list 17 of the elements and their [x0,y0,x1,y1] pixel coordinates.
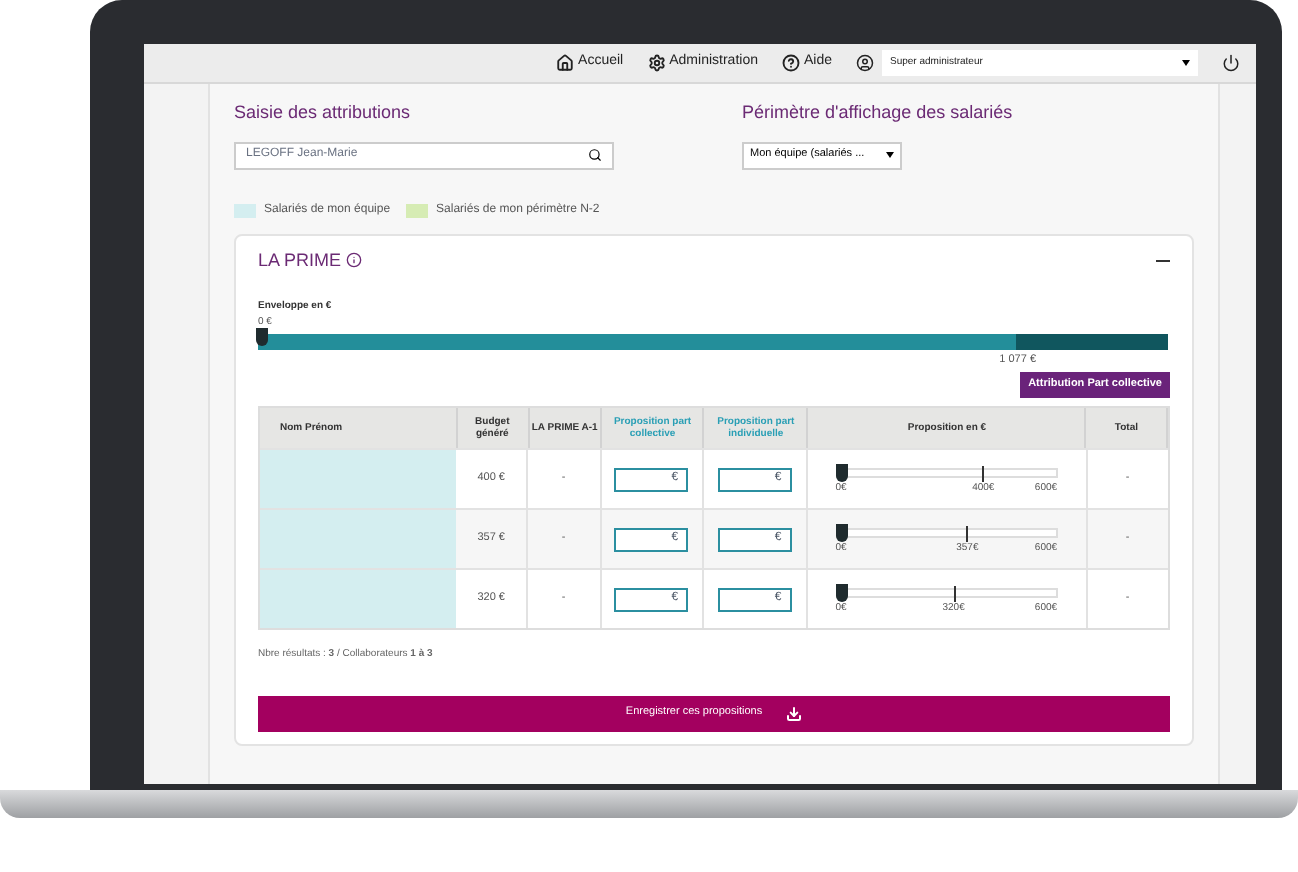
section-title: Saisie des attributions [234,100,413,126]
caret-icon [1182,60,1190,66]
help-icon [781,54,800,72]
slider-handle[interactable] [835,464,848,482]
settings-icon [647,54,666,72]
user-icon [856,54,874,72]
home-icon [556,54,575,72]
power-icon[interactable] [1222,54,1240,72]
info-icon [345,252,362,269]
slider-handle[interactable] [835,584,848,602]
download-icon [786,705,803,721]
slider-handle[interactable] [835,524,848,542]
section-title: Périmètre d'affichage des salariés [742,100,1013,126]
slider-handle[interactable] [256,328,268,346]
caret-icon [886,152,894,158]
search-icon [588,148,602,162]
card-title: LA PRIME [258,247,342,273]
